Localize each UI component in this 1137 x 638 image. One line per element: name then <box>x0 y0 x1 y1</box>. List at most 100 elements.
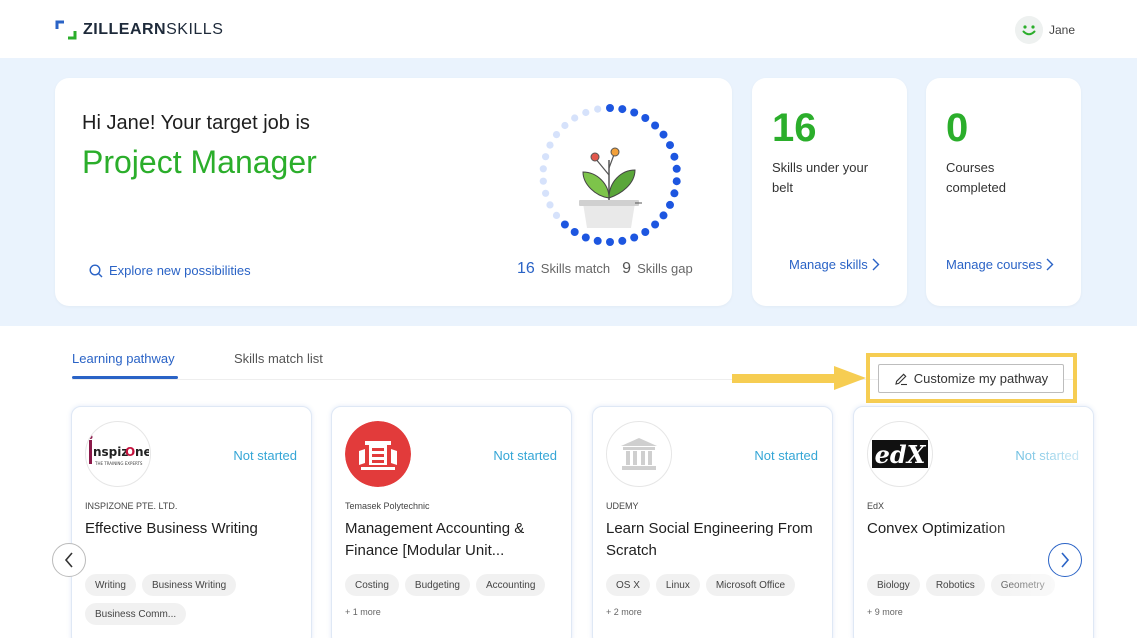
chevron-left-icon <box>64 552 73 568</box>
ring-dot-gap <box>542 153 550 161</box>
skills-stat-card: 16 Skills under your belt Manage skills <box>752 78 907 306</box>
course-status: Not started <box>1015 448 1079 463</box>
user-name: Jane <box>1048 23 1075 37</box>
courses-count-label: Courses completed <box>946 160 1006 195</box>
ring-dot-match <box>593 236 602 245</box>
ring-dot-gap <box>582 108 590 117</box>
skills-match-label: Skills match <box>540 261 611 276</box>
ring-dot-match <box>606 104 614 112</box>
course-status: Not started <box>754 448 818 463</box>
greeting-text: Hi Jane! Your target job is <box>82 112 310 134</box>
customize-pathway-button[interactable]: Customize my pathway <box>878 364 1064 393</box>
customize-pathway-label: Customize my pathway <box>913 371 1049 386</box>
institution-logo <box>606 421 672 487</box>
course-card[interactable]: nspiz O ne THE TRAINING EXPERTS Not star… <box>71 406 312 638</box>
brand-name: ZILLEARNSKILLS <box>83 21 224 38</box>
ring-dot-match <box>670 189 679 198</box>
carousel-prev-button[interactable] <box>52 543 86 577</box>
tab-learning-pathway[interactable]: Learning pathway <box>72 351 178 379</box>
ring-dot-gap <box>539 177 547 185</box>
explore-link-label: Explore new possibilities <box>109 263 251 278</box>
course-provider: Temasek Polytechnic <box>345 501 430 511</box>
course-card[interactable]: Not started Temasek Polytechnic Manageme… <box>331 406 572 638</box>
course-card[interactable]: edX Not started EdX Convex Optimization … <box>853 406 1094 638</box>
skill-tag: Budgeting <box>404 574 470 596</box>
skill-tag: Business Writing <box>141 574 237 596</box>
ring-dot-gap <box>561 121 569 130</box>
course-title: Management Accounting & Finance [Modular… <box>345 520 525 559</box>
ring-dot-match <box>630 233 639 242</box>
ring-dot-match <box>651 121 660 130</box>
course-status: Not started <box>233 448 297 463</box>
skills-summary: 16 Skills match 9 Skills gap <box>517 260 693 278</box>
ring-dot-match <box>670 152 679 161</box>
top-bar: ZILLEARNSKILLS Jane <box>0 0 1137 58</box>
brand-logo[interactable]: ZILLEARNSKILLS <box>55 19 223 41</box>
skill-tag: Geometry <box>990 574 1055 596</box>
skills-progress-ring <box>539 104 681 246</box>
course-tags: Biology Robotics Geometry <box>867 574 1087 596</box>
skill-tag: Linux <box>655 574 700 596</box>
user-menu[interactable]: Jane <box>1014 16 1075 44</box>
ring-dot-match <box>606 238 614 246</box>
hero-section: Hi Jane! Your target job is Project Mana… <box>0 58 1137 326</box>
svg-text:edX: edX <box>875 440 927 469</box>
courses-count: 0 <box>946 106 969 150</box>
ring-dot-gap <box>539 165 547 173</box>
carousel-next-button[interactable] <box>1048 543 1082 577</box>
ring-dot-match <box>641 228 650 236</box>
ring-dot-gap <box>594 105 602 113</box>
more-tags-count: + 9 more <box>867 607 903 617</box>
ring-dot-match <box>666 141 674 150</box>
ring-dot-gap <box>546 141 554 149</box>
pencil-icon <box>895 373 907 385</box>
ring-dot-gap <box>552 211 561 219</box>
skills-count: 16 <box>772 106 817 150</box>
search-icon <box>89 263 103 277</box>
skill-tag: Business Comm... <box>85 603 187 625</box>
explore-link[interactable]: Explore new possibilities <box>89 263 251 278</box>
logo-mark-icon <box>55 20 77 40</box>
skills-match-count: 16 <box>517 260 535 277</box>
institution-building-icon <box>621 438 657 470</box>
ring-dot-match <box>630 108 639 117</box>
tab-skills-match-list[interactable]: Skills match list <box>234 351 323 366</box>
ring-dot-match <box>651 220 660 229</box>
manage-skills-link[interactable]: Manage skills <box>789 257 880 272</box>
ring-dot-gap <box>542 189 550 197</box>
course-title: Learn Social Engineering From Scratch <box>606 520 813 559</box>
svg-text:THE TRAINING EXPERTS: THE TRAINING EXPERTS <box>94 461 143 466</box>
ring-dot-match <box>672 177 681 186</box>
manage-courses-link[interactable]: Manage courses <box>946 257 1054 272</box>
svg-text:O: O <box>125 445 135 459</box>
skills-gap-label: Skills gap <box>637 261 693 276</box>
ring-dot-match <box>659 130 668 139</box>
skill-tag: Accounting <box>475 574 546 596</box>
course-card[interactable]: Not started UDEMY Learn Social Engineeri… <box>592 406 833 638</box>
plant-icon <box>579 147 642 228</box>
inspizone-logo: nspiz O ne THE TRAINING EXPERTS <box>85 421 151 487</box>
skill-tag: Biology <box>867 574 920 596</box>
course-status: Not started <box>493 448 557 463</box>
skill-tag: OS X <box>606 574 650 596</box>
edx-logo: edX <box>867 421 933 487</box>
chevron-right-icon <box>1046 258 1054 271</box>
ring-dot-match <box>641 114 650 122</box>
ring-dot-match <box>659 211 668 220</box>
ring-dot-match <box>666 200 674 209</box>
course-tags: Writing Business Writing Business Comm..… <box>85 574 305 625</box>
course-provider: INSPIZONE PTE. LTD. <box>85 501 178 511</box>
course-tags: OS X Linux Microsoft Office <box>606 574 826 596</box>
ring-dot-gap <box>552 131 561 139</box>
skill-tag: Writing <box>85 574 136 596</box>
more-tags-count: + 2 more <box>606 607 642 617</box>
chevron-right-icon <box>1061 552 1070 568</box>
ring-dot-gap <box>546 201 554 209</box>
target-job-card: Hi Jane! Your target job is Project Mana… <box>55 78 732 306</box>
ring-dot-match <box>570 228 579 236</box>
ring-dot-match <box>560 220 569 229</box>
avatar-smiley-icon <box>1014 16 1043 44</box>
ring-dot-match <box>618 236 627 245</box>
temasek-logo-icon <box>345 421 411 487</box>
svg-text:ne: ne <box>135 445 149 459</box>
